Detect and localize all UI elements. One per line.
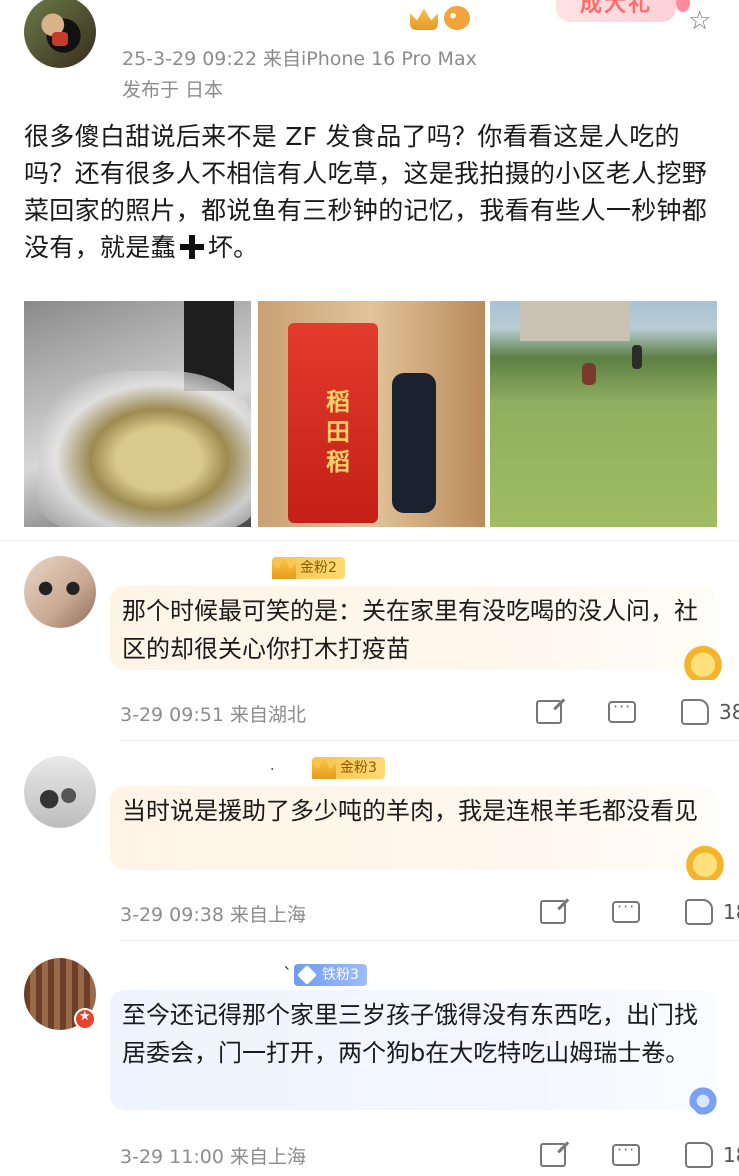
fan-badge-label: 金粉3 xyxy=(340,760,377,776)
comment-meta: 3-29 09:51 来自湖北 xyxy=(120,704,306,726)
comment-actions: 38 xyxy=(536,697,739,725)
crown-icon xyxy=(272,557,296,579)
comment-text: 当时说是援助了多少吨的羊肉，我是连根羊毛都没看见 xyxy=(110,786,716,870)
gold-medal-icon xyxy=(684,646,722,680)
like-count: 38 xyxy=(719,700,739,724)
thumbs-up-icon[interactable] xyxy=(685,1142,713,1168)
post-body-end: 坏。 xyxy=(207,233,259,262)
crown-icon xyxy=(312,757,336,779)
comment-actions: 18 xyxy=(540,897,739,925)
post-author-avatar[interactable] xyxy=(24,0,96,68)
post-photo-3[interactable] xyxy=(490,301,717,527)
promo-banner[interactable]: 成大礼 xyxy=(556,0,676,22)
commenter-avatar[interactable] xyxy=(24,756,96,828)
comment-divider xyxy=(120,740,739,741)
crown-badge-icon xyxy=(410,8,438,30)
fan-badge-label: 铁粉3 xyxy=(322,967,359,983)
fan-badge: 铁粉3 xyxy=(294,964,367,986)
share-icon[interactable] xyxy=(540,900,566,924)
fan-badge: 金粉3 xyxy=(312,757,385,779)
fan-badge: 金粉2 xyxy=(272,557,345,579)
thumbs-up-icon[interactable] xyxy=(685,899,713,925)
post-divider xyxy=(0,540,739,541)
post-photo-2[interactable] xyxy=(258,301,485,527)
like-count: 18 xyxy=(723,1143,739,1167)
fan-badge-label: 金粉2 xyxy=(300,560,337,576)
post-body: 很多傻白甜说后来不是 ZF 发食品了吗？你看看这是人吃的吗？还有很多人不相信有人… xyxy=(24,118,718,266)
star-icon[interactable]: ☆ xyxy=(688,8,711,34)
comment-icon[interactable] xyxy=(612,897,640,923)
diamond-icon xyxy=(297,965,317,985)
comment-meta: 3-29 09:38 来自上海 xyxy=(120,904,306,926)
comment-text: 至今还记得那个家里三岁孩子饿得没有东西吃，出门找居委会，门一打开，两个狗b在大吃… xyxy=(110,990,716,1110)
gold-medal-icon xyxy=(686,846,724,880)
fish-badge-icon xyxy=(444,6,470,30)
plus-icon xyxy=(179,235,204,259)
post-photo-1[interactable] xyxy=(24,301,251,527)
verified-icon xyxy=(74,1008,96,1030)
share-icon[interactable] xyxy=(536,700,562,724)
author-badges xyxy=(410,6,470,30)
thumbs-up-icon[interactable] xyxy=(681,699,709,725)
weibo-post: 成大礼 ☆ 25-3-29 09:22 来自iPhone 16 Pro Max … xyxy=(0,0,739,540)
username-fragment: · xyxy=(270,762,275,778)
post-meta: 25-3-29 09:22 来自iPhone 16 Pro Max xyxy=(122,48,477,70)
comment-icon[interactable] xyxy=(612,1140,640,1166)
post-location: 发布于 日本 xyxy=(122,79,224,101)
share-icon[interactable] xyxy=(540,1143,566,1167)
comment-divider xyxy=(120,940,739,941)
post-body-text: 很多傻白甜说后来不是 ZF 发食品了吗？你看看这是人吃的吗？还有很多人不相信有人… xyxy=(24,122,708,262)
commenter-avatar[interactable] xyxy=(24,556,96,628)
like-count: 18 xyxy=(723,900,739,924)
comment-actions: 18 xyxy=(540,1140,739,1168)
comment-text: 那个时候最可笑的是：关在家里有没吃喝的没人问，社区的却很关心你打木打疫苗 xyxy=(110,586,716,670)
comment-icon[interactable] xyxy=(608,697,636,723)
comment-meta: 3-29 11:00 来自上海 xyxy=(120,1146,306,1168)
